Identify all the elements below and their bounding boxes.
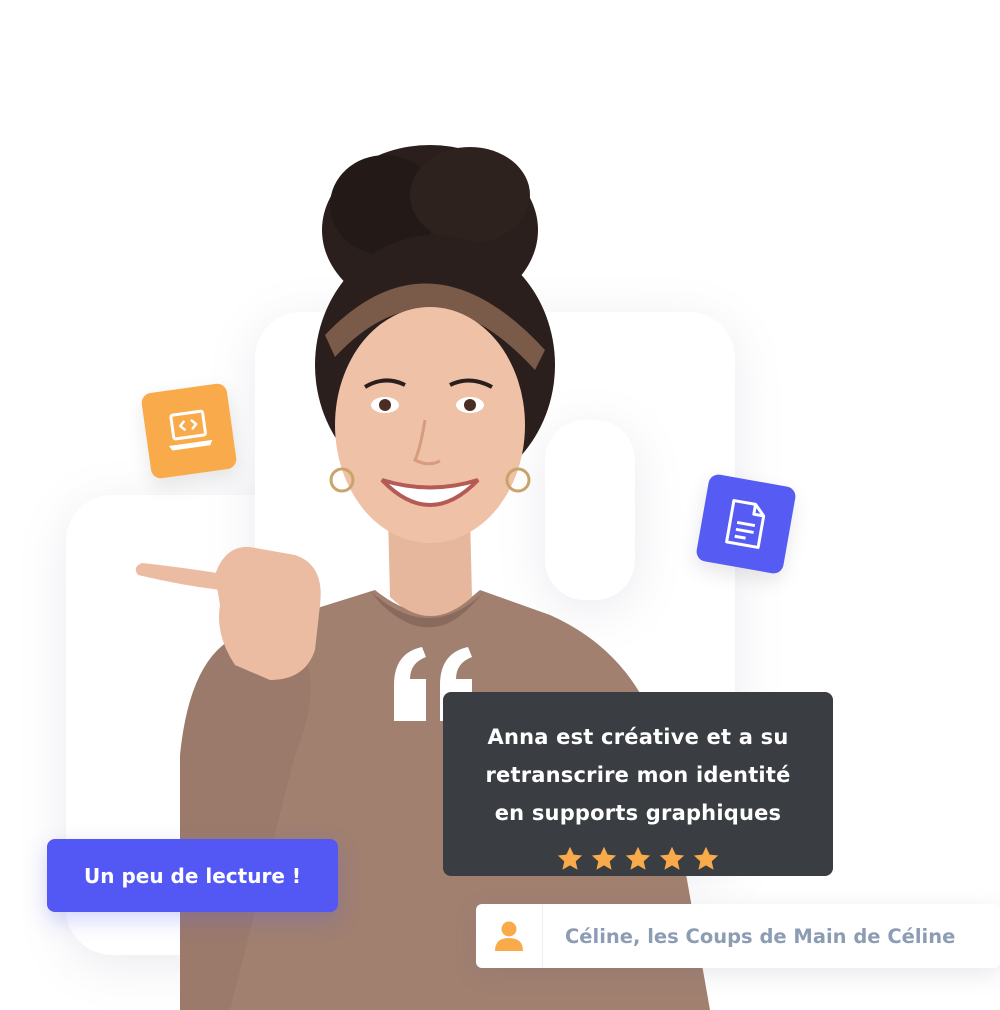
laptop-code-icon: [168, 409, 213, 451]
author-avatar: [476, 904, 543, 968]
testimonial-line-3: en supports graphiques: [494, 801, 782, 825]
star-icon: [591, 846, 617, 870]
document-icon: [725, 499, 766, 549]
user-icon: [495, 921, 523, 951]
testimonial-card: Anna est créative et a su retranscrire m…: [443, 692, 833, 876]
testimonial-quote: Anna est créative et a su retranscrire m…: [463, 718, 813, 832]
star-icon: [557, 846, 583, 870]
document-tile: [695, 473, 797, 575]
star-icon: [625, 846, 651, 870]
star-rating: [443, 845, 833, 873]
star-icon: [659, 846, 685, 870]
author-name: Céline, les Coups de Main de Céline: [565, 924, 956, 948]
author-badge: Céline, les Coups de Main de Céline: [476, 904, 1000, 968]
star-icon: [693, 846, 719, 870]
read-more-button[interactable]: Un peu de lecture !: [47, 839, 338, 912]
laptop-code-tile: [140, 382, 238, 480]
testimonial-line-2: retranscrire mon identité: [485, 763, 791, 787]
testimonial-hero: Anna est créative et a su retranscrire m…: [0, 0, 1000, 1010]
testimonial-line-1: Anna est créative et a su: [487, 725, 789, 749]
